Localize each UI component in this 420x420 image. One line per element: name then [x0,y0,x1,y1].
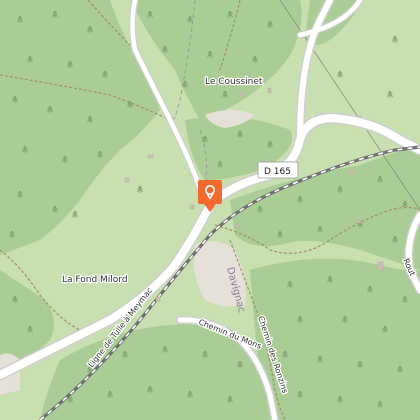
place-label-la-fond-milord: La Fond Milord [62,275,128,285]
road-shield-d165: D 165 [257,161,299,179]
place-label-le-coussinet: Le Coussinet [205,77,263,87]
map-view[interactable]: Le Coussinet La Fond Milord Davignac D 1… [0,0,420,420]
map-canvas: Le Coussinet La Fond Milord Davignac D 1… [0,0,420,420]
road-shield-d165-text: D 165 [264,167,291,177]
